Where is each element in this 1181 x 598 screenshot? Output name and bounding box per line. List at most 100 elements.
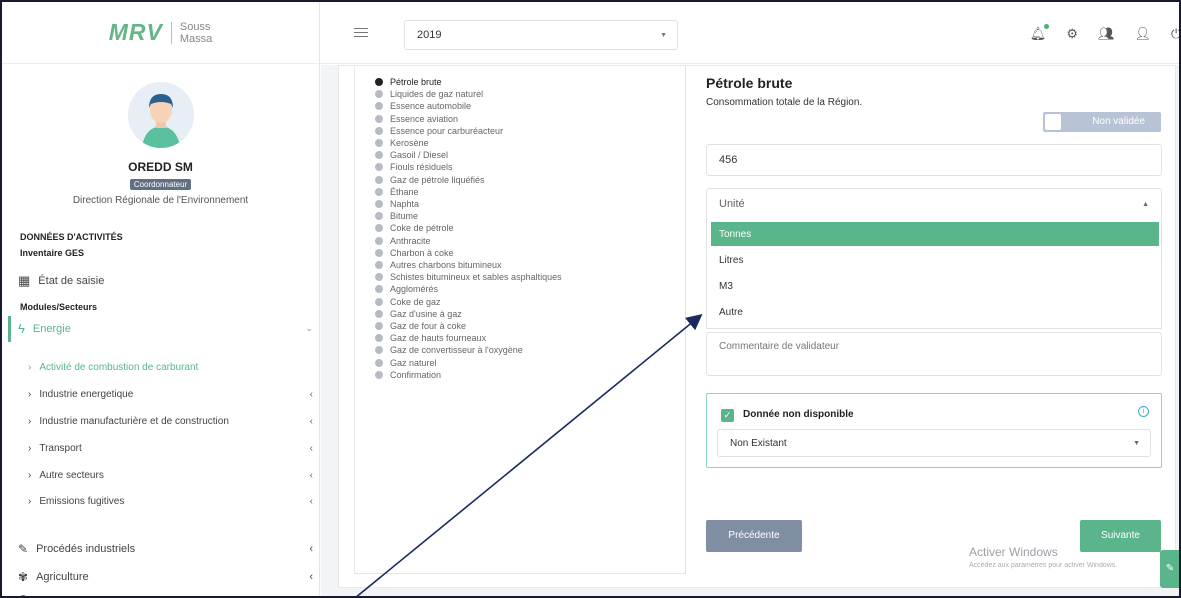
product-label: Éthane [390,186,419,197]
product-list-item[interactable]: Naphta [375,199,419,209]
product-list-item[interactable]: Pétrole brute [375,77,442,87]
product-list-item[interactable]: Coke de gaz [375,297,441,307]
sidebar-subitem-label: Transport [39,443,82,454]
product-label: Gaz de four à coke [390,321,467,331]
product-label: Gasoil / Diesel [390,150,449,161]
sidebar-item-label: Procédés industriels [36,543,136,555]
product-label: Gaz de pétrole liquéfiés [390,174,485,185]
info-icon[interactable]: i [1138,406,1149,417]
step-dot-icon [375,151,383,160]
chevron-right-icon: › [28,496,32,507]
product-label: Pétrole brute [390,77,442,87]
sidebar-item-etat-saisie[interactable]: ▦ État de saisie [18,273,104,289]
sidebar-subitem-label: Autre secteurs [39,470,104,481]
unit-select[interactable]: Unité ▲ [706,188,1162,220]
product-list-item[interactable]: Bitume [375,211,418,221]
bell-icon[interactable]: 🔔︎ [1030,24,1050,42]
sidebar-subitem-emissions-fugitives[interactable]: › Emissions fugitives ‹ [28,496,313,507]
chevron-right-icon: › [28,362,32,373]
product-list-item[interactable]: Agglomérés [375,284,438,294]
product-list-item[interactable]: Autres charbons bitumineux [375,260,502,270]
product-list-item[interactable]: Gaz de pétrole liquéfiés [375,175,485,185]
product-list-item[interactable]: Gaz d'usine à gaz [375,309,462,319]
data-unavailable-checkbox[interactable]: ✓ [721,409,734,422]
sidebar-subitem-autre-secteurs[interactable]: › Autre secteurs ‹ [28,470,313,481]
users-icon[interactable]: 👥︎ [1098,26,1115,42]
logo[interactable]: MRV Souss Massa [2,2,319,64]
wrench-icon: ✎ [18,542,29,556]
validator-comment-field[interactable]: Commentaire de validateur [706,332,1162,376]
product-list-item[interactable]: Essence aviation [375,114,458,124]
windows-watermark-title: Activer Windows [969,545,1058,559]
product-list-item[interactable]: Gaz de four à coke [375,321,466,331]
logo-region-line2: Massa [179,32,213,45]
product-list-item[interactable]: Gaz naturel [375,358,437,368]
product-list-item[interactable]: Schistes bitumineux et sables asphaltiqu… [375,272,562,282]
sidebar-subitem-label: Industrie energetique [39,389,134,400]
product-list-item[interactable]: Charbon à coke [375,248,454,258]
sidebar-subitem-industrie-manufacturiere[interactable]: › Industrie manufacturière et de constru… [28,416,313,427]
step-dot-icon [375,370,383,379]
step-dot-icon [375,322,383,330]
unit-option-m3[interactable]: M3 [711,274,1159,298]
product-list-item[interactable]: Liquides de gaz naturel [375,89,483,99]
step-dot-icon [375,200,383,208]
product-list-item[interactable]: Anthracite [375,236,431,246]
sidebar-subitem-transport[interactable]: › Transport ‹ [28,443,313,454]
floating-pencil-icon[interactable]: ✎ [1160,550,1180,588]
chevron-left-icon: ‹ [309,470,313,481]
quantity-input[interactable]: 456 [706,144,1162,176]
step-dot-icon [375,261,383,269]
product-label: Charbon à coke [390,247,454,258]
product-list-item[interactable]: Éthane [375,187,419,197]
product-list-item[interactable]: Gasoil / Diesel [375,150,448,160]
product-label: Autres charbons bitumineux [390,260,502,270]
gear-icon[interactable]: ⚙︎ [1066,26,1078,42]
unavailable-reason-select[interactable]: Non Existant ▼ [717,429,1151,457]
year-select[interactable]: 2019 ▼ [404,20,678,50]
logo-region-line1: Souss [179,20,211,33]
product-list-item[interactable]: Kerosène [375,138,429,148]
sidebar-item-label: Energie [32,322,71,335]
unit-placeholder: Unité [719,198,745,210]
sidebar-item-agriculture[interactable]: ✾ Agriculture ‹ [18,570,313,584]
notification-dot [1044,24,1050,29]
user-organization: Direction Régionale de l'Environnement [72,195,249,206]
sidebar-subitem-combustion[interactable]: › Activité de combustion de carburant [28,362,313,373]
product-label: Naphta [390,199,420,209]
logo-text: MRV [108,19,163,45]
sidebar-item-partial[interactable]: ◎ [18,592,28,596]
product-list-item[interactable]: Confirmation [375,370,441,380]
step-dot-icon [375,163,383,172]
form-title: Pétrole brute [706,75,793,91]
sidebar-item-label: Agriculture [36,571,89,583]
menu-toggle-icon[interactable] [354,28,368,40]
step-dot-icon [375,334,383,343]
sidebar-item-procedes[interactable]: ✎ Procédés industriels ‹ [18,542,313,556]
next-button[interactable]: Suivante [1080,520,1161,552]
step-dot-icon [375,346,383,355]
power-icon[interactable]: ⏻ [1171,26,1179,42]
unit-option-autre[interactable]: Autre [711,300,1159,324]
previous-button[interactable]: Précédente [706,520,802,552]
wheat-icon: ✾ [18,570,29,584]
user-icon[interactable]: 👤︎ [1134,26,1151,42]
chevron-left-icon: ‹ [309,443,313,454]
product-list-item[interactable]: Coke de pétrole [375,223,454,233]
product-list-item[interactable]: Fiouls résiduels [375,162,453,172]
unit-option-tonnes[interactable]: Tonnes [711,222,1159,246]
step-dot-icon [375,90,383,99]
section-title-modules: Modules/Secteurs [20,302,98,312]
step-dot-icon [375,212,383,221]
product-list-item[interactable]: Essence automobile [375,101,471,111]
sidebar-subitem-industrie-energetique[interactable]: › Industrie energetique ‹ [28,389,313,400]
product-list-item[interactable]: Gaz de convertisseur à l'oxygène [375,345,523,355]
lightning-icon: ϟ [18,321,25,336]
unit-dropdown: Tonnes Litres M3 Autre [706,219,1162,329]
product-list-item[interactable]: Essence pour carburéacteur [375,126,503,136]
product-list-item[interactable]: Gaz de hauts fourneaux [375,333,486,343]
logo-region: Souss Massa [180,21,212,45]
validation-toggle[interactable]: Non validée [1043,112,1161,132]
unit-option-litres[interactable]: Litres [711,248,1159,272]
sidebar-item-energie[interactable]: ϟ Energie ⌄ [18,321,313,336]
